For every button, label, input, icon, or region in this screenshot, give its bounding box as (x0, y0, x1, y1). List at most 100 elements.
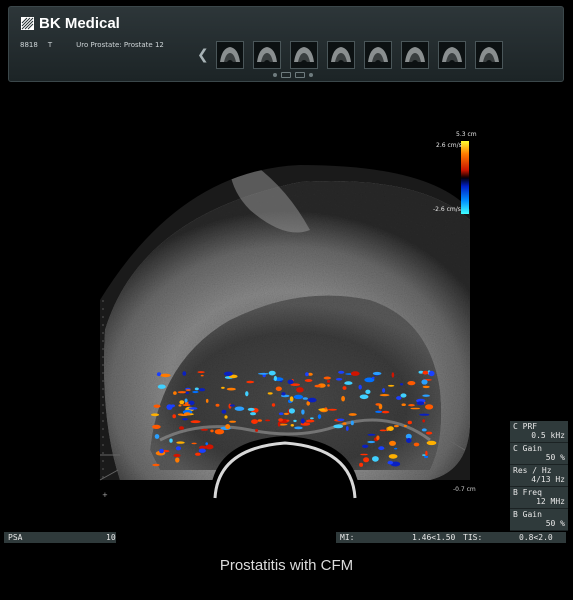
doppler-speckle (178, 404, 182, 407)
psa-bar: PSA 10 (4, 532, 116, 543)
doppler-speckle (247, 407, 255, 411)
doppler-speckle (422, 454, 426, 456)
doppler-speckle (410, 407, 421, 410)
doppler-speckle (198, 388, 206, 392)
doppler-speckle (419, 413, 430, 416)
thumbnail[interactable] (253, 41, 281, 69)
doppler-speckle (400, 383, 404, 386)
doppler-speckle (250, 412, 256, 416)
thumbnail[interactable] (327, 41, 355, 69)
tis-label: TIS: (463, 533, 483, 542)
doppler-speckle (362, 444, 369, 448)
doppler-speckle (221, 409, 227, 414)
doppler-speckle (324, 407, 328, 410)
doppler-speckle (287, 379, 294, 385)
doppler-speckle (428, 370, 435, 377)
doppler-speckle (421, 379, 428, 385)
thumbnail[interactable] (216, 41, 244, 69)
mi-label: MI: (340, 533, 355, 542)
image-caption: Prostatitis with CFM (219, 557, 354, 574)
patient-id: 8818 (20, 41, 38, 49)
doppler-speckle (302, 397, 308, 400)
doppler-speckle (422, 419, 426, 423)
parameter-value: 0.5 kHz (531, 431, 565, 440)
chevron-left-icon[interactable]: ❮ (197, 48, 209, 62)
doppler-speckle (225, 424, 231, 430)
doppler-speckle (367, 433, 376, 436)
psa-value: 10 (106, 533, 116, 542)
parameter-row: C Gain 50 % (510, 443, 568, 465)
doppler-speckle (273, 375, 277, 381)
bk-logo-icon (21, 17, 34, 30)
doppler-speckle (177, 413, 184, 416)
pager-box[interactable] (281, 72, 291, 78)
pager-box[interactable] (295, 72, 305, 78)
doppler-speckle (179, 400, 185, 405)
thumbnail[interactable] (401, 41, 429, 69)
doppler-speckle (182, 371, 187, 376)
thumbnail[interactable] (438, 41, 466, 69)
doppler-speckle (234, 406, 245, 411)
thumbnail[interactable] (290, 41, 318, 69)
doppler-speckle (358, 384, 362, 390)
doppler-speckle (198, 448, 206, 453)
parameter-value: 12 MHz (536, 497, 565, 506)
pager-dot[interactable] (309, 73, 313, 77)
ultrasound-image[interactable]: + (0, 120, 573, 520)
parameter-label: C Gain (513, 444, 542, 453)
doppler-speckle (345, 426, 349, 431)
colorbar-min-label: -2.6 cm/s (433, 206, 461, 213)
doppler-speckle (426, 440, 437, 446)
doppler-speckle (290, 424, 294, 427)
doppler-speckle (185, 389, 191, 391)
thumbnail[interactable] (475, 41, 503, 69)
doppler-speckle (359, 394, 369, 400)
doppler-speckle (323, 376, 331, 380)
doppler-speckle (396, 396, 402, 400)
doppler-speckle (159, 448, 164, 454)
doppler-speckle (283, 412, 290, 415)
parameter-label: C PRF (513, 422, 538, 431)
doppler-speckle (394, 447, 398, 450)
doppler-speckle (367, 440, 376, 444)
doppler-speckle (341, 395, 345, 402)
doppler-speckle (179, 426, 184, 430)
doppler-speckle (363, 457, 370, 463)
doppler-speckle (251, 419, 258, 424)
doppler-speckle (327, 408, 337, 411)
parameter-row: Res / Hz 4/13 Hz (510, 465, 568, 487)
doppler-speckle (192, 390, 199, 394)
patient-info: 8818 T Uro Prostate: Prostate 12 (20, 41, 164, 49)
doppler-speckle (305, 372, 309, 377)
doppler-speckle (360, 453, 368, 456)
parameter-value: 50 % (545, 453, 565, 462)
doppler-speckle (175, 457, 180, 463)
svg-text:+: + (102, 491, 108, 499)
pager-dot[interactable] (273, 73, 277, 77)
doppler-speckle (407, 420, 412, 425)
doppler-speckle (425, 450, 428, 456)
doppler-speckle (214, 429, 225, 435)
doppler-speckle (246, 380, 255, 384)
doppler-speckle (173, 453, 181, 458)
doppler-speckle (191, 442, 197, 445)
doppler-speckle (348, 413, 357, 416)
doppler-speckle (281, 392, 286, 396)
doppler-speckle (406, 438, 412, 443)
doppler-speckle (301, 409, 305, 415)
doppler-speckle (421, 428, 427, 432)
thumbnail[interactable] (364, 41, 392, 69)
doppler-speckle (154, 434, 160, 439)
doppler-speckle (416, 401, 425, 406)
doppler-speckle (401, 403, 406, 407)
doppler-speckle (381, 410, 390, 414)
doppler-speckle (175, 446, 181, 451)
doppler-speckle (422, 370, 429, 375)
doppler-speckle (258, 372, 269, 375)
colorbar-depth-label: 5.3 cm (456, 131, 477, 138)
doppler-speckle (293, 394, 304, 400)
thumbnail-pager (273, 72, 313, 78)
parameter-panel: C PRF 0.5 kHz C Gain 50 % Res / Hz 4/13 Hz B F… (510, 421, 568, 531)
doppler-speckle (379, 429, 387, 432)
doppler-speckle (317, 414, 322, 419)
